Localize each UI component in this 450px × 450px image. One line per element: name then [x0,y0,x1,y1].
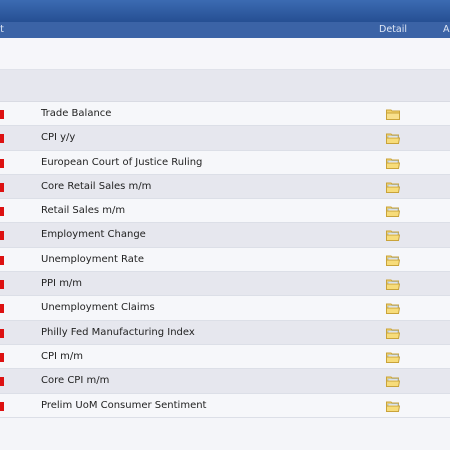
event-name: Core Retail Sales m/m [41,180,152,192]
folder-open-icon[interactable] [386,254,401,266]
table-row: CPI y/y [0,126,450,151]
event-name: European Court of Justice Ruling [41,156,203,168]
event-name: Philly Fed Manufacturing Index [41,326,195,338]
event-name: Core CPI m/m [41,375,110,387]
table-footer [0,420,450,450]
high-impact-flag-icon [0,377,4,387]
table-header: pact Detail A [0,22,450,38]
table-row: Unemployment Rate [0,247,450,273]
folder-open-icon[interactable] [386,327,401,339]
table-row: Prelim UoM Consumer Sentiment [0,393,450,418]
folder-open-icon[interactable] [386,132,401,145]
high-impact-flag-icon [0,280,4,290]
table-row: Core Retail Sales m/m [0,174,450,200]
impact-column-header: pact [0,24,4,35]
folder-icon[interactable] [386,108,400,120]
folder-open-icon[interactable] [386,375,401,388]
table-row: Employment Change [0,223,450,248]
calendar-title-bar [0,0,450,22]
table-row: PPI m/m [0,272,450,297]
high-impact-flag-icon [0,110,4,119]
folder-open-icon[interactable] [386,351,401,363]
event-name: PPI m/m [41,278,83,290]
table-row: European Court of Justice Ruling [0,150,450,175]
event-list: Trade Balance CPI y/y European Court of Ju… [0,102,450,418]
event-name: Retail Sales m/m [41,205,126,217]
blank-row [0,38,450,70]
event-name: Unemployment Claims [41,302,155,314]
table-row: Retail Sales m/m [0,199,450,224]
folder-open-icon[interactable] [386,229,401,242]
event-name: Unemployment Rate [41,253,144,265]
high-impact-flag-icon [0,304,4,314]
high-impact-flag-icon [0,182,4,192]
high-impact-flag-icon [0,401,4,411]
table-row: Philly Fed Manufacturing Index [0,320,450,345]
folder-open-icon[interactable] [386,181,401,193]
folder-open-icon[interactable] [386,400,401,412]
high-impact-flag-icon [0,328,4,338]
table-row: CPI m/m [0,344,450,370]
event-name: Trade Balance [41,108,112,119]
table-row: Core CPI m/m [0,369,450,394]
event-name: Prelim UoM Consumer Sentiment [41,399,207,411]
table-row: Unemployment Claims [0,296,450,321]
table-row: Trade Balance [0,102,450,127]
folder-open-icon[interactable] [386,205,401,218]
event-name: Employment Change [41,229,146,241]
detail-column-header: Detail [379,24,407,35]
folder-open-icon[interactable] [386,278,401,291]
actual-column-header: A [443,24,450,35]
event-name: CPI y/y [41,132,76,144]
event-name: CPI m/m [41,350,83,362]
high-impact-flag-icon [0,134,4,144]
folder-open-icon[interactable] [386,302,401,315]
date-row [0,70,450,102]
high-impact-flag-icon [0,231,4,241]
high-impact-flag-icon [0,255,4,265]
high-impact-flag-icon [0,352,4,362]
high-impact-flag-icon [0,158,4,168]
high-impact-flag-icon [0,207,4,217]
folder-open-icon[interactable] [386,157,401,169]
